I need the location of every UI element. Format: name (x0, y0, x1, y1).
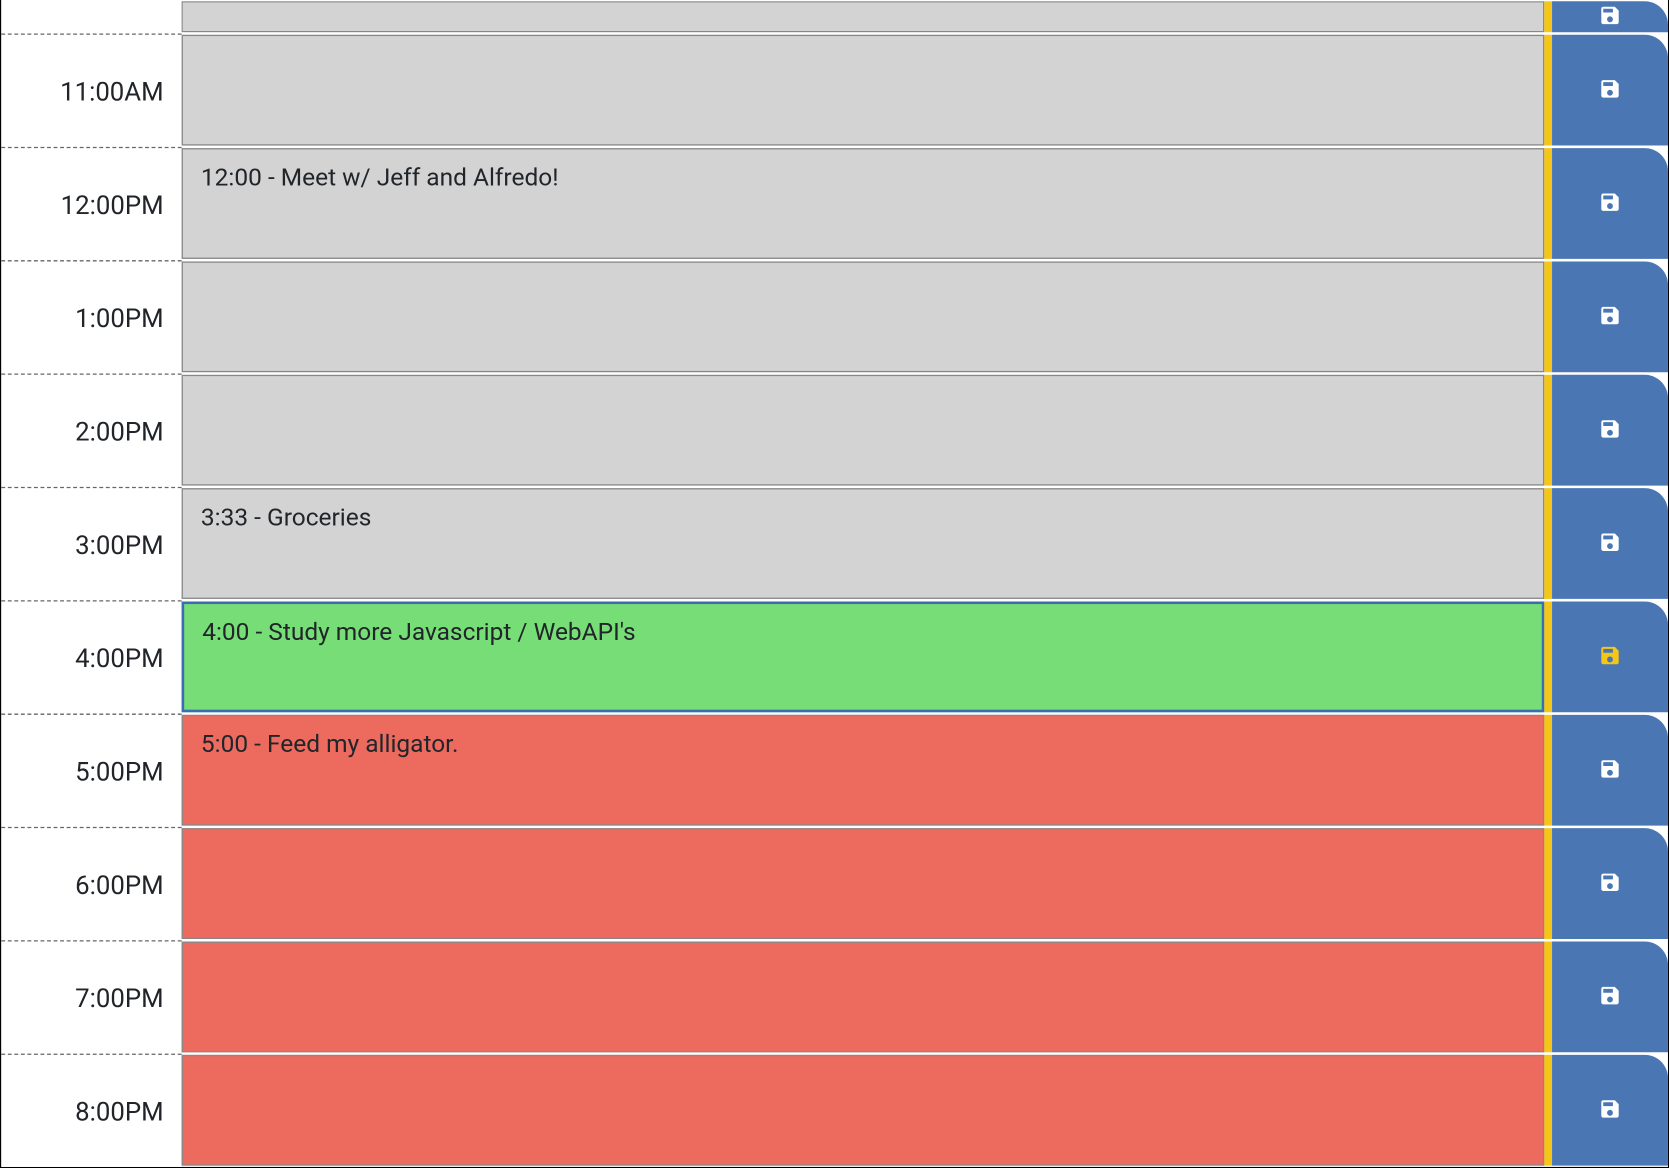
save-icon (1598, 1097, 1621, 1124)
time-row: 3:00PM (1, 487, 1668, 600)
save-button[interactable] (1552, 148, 1668, 259)
save-icon (1598, 643, 1621, 670)
hour-label: 6:00PM (1, 827, 181, 940)
hour-description-input[interactable] (182, 488, 1545, 599)
accent-strip (1544, 942, 1552, 1053)
save-icon (1598, 190, 1621, 217)
accent-strip (1544, 148, 1552, 259)
save-button[interactable] (1552, 1, 1668, 32)
save-button[interactable] (1552, 715, 1668, 826)
time-row: 12:00PM (1, 147, 1668, 260)
save-button[interactable] (1552, 375, 1668, 486)
hour-label: 2:00PM (1, 374, 181, 487)
accent-strip (1544, 261, 1552, 372)
accent-strip (1544, 488, 1552, 599)
time-row: 7:00PM (1, 940, 1668, 1053)
time-row: 6:00PM (1, 827, 1668, 940)
hour-label: 1:00PM (1, 260, 181, 373)
save-icon (1598, 530, 1621, 557)
save-button[interactable] (1552, 261, 1668, 372)
save-button[interactable] (1552, 35, 1668, 146)
hour-description-input[interactable] (182, 715, 1545, 826)
day-scheduler: 11:00AM12:00PM1:00PM2:00PM3:00PM4:00PM5:… (0, 0, 1669, 1168)
hour-description-input[interactable] (182, 148, 1545, 259)
hour-description-input[interactable] (182, 1, 1545, 32)
hour-description-input[interactable] (182, 601, 1545, 712)
save-button[interactable] (1552, 1055, 1668, 1166)
save-button[interactable] (1552, 601, 1668, 712)
hour-description-input[interactable] (182, 375, 1545, 486)
hour-label: 7:00PM (1, 940, 181, 1053)
accent-strip (1544, 828, 1552, 939)
hour-description-input[interactable] (182, 942, 1545, 1053)
hour-label: 3:00PM (1, 487, 181, 600)
save-button[interactable] (1552, 942, 1668, 1053)
accent-strip (1544, 1, 1552, 32)
hour-label: 12:00PM (1, 147, 181, 260)
hour-description-input[interactable] (182, 1055, 1545, 1166)
hour-description-input[interactable] (182, 261, 1545, 372)
time-row: 8:00PM (1, 1054, 1668, 1167)
time-row: 4:00PM (1, 600, 1668, 713)
save-icon (1598, 303, 1621, 330)
accent-strip (1544, 715, 1552, 826)
hour-label: 8:00PM (1, 1054, 181, 1167)
hour-label: 5:00PM (1, 714, 181, 827)
time-row: 2:00PM (1, 374, 1668, 487)
save-icon (1598, 983, 1621, 1010)
hour-label: 4:00PM (1, 600, 181, 713)
time-row (1, 0, 1668, 33)
save-icon (1598, 417, 1621, 444)
save-icon (1598, 3, 1621, 30)
accent-strip (1544, 1055, 1552, 1166)
accent-strip (1544, 601, 1552, 712)
save-button[interactable] (1552, 488, 1668, 599)
accent-strip (1544, 375, 1552, 486)
time-row: 11:00AM (1, 33, 1668, 146)
save-icon (1598, 77, 1621, 104)
save-icon (1598, 870, 1621, 897)
time-row: 5:00PM (1, 714, 1668, 827)
time-row: 1:00PM (1, 260, 1668, 373)
hour-label: 11:00AM (1, 33, 181, 146)
save-button[interactable] (1552, 828, 1668, 939)
hour-description-input[interactable] (182, 828, 1545, 939)
hour-description-input[interactable] (182, 35, 1545, 146)
accent-strip (1544, 35, 1552, 146)
save-icon (1598, 757, 1621, 784)
hour-label (1, 0, 181, 33)
